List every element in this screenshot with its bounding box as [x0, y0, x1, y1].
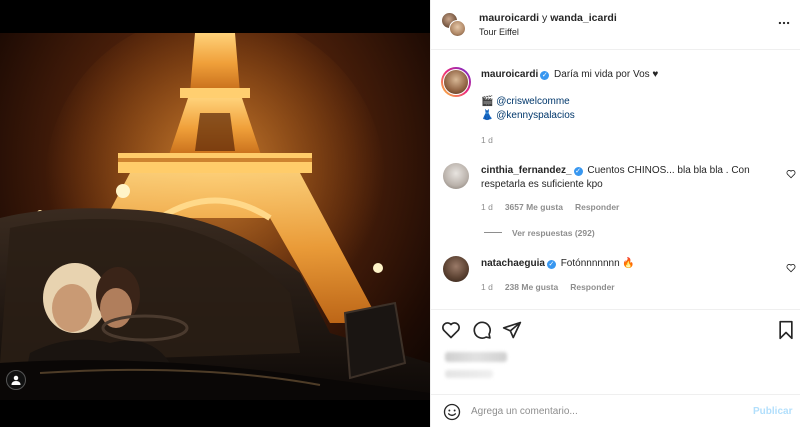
post-header: mauroicardi y wanda_icardi Tour Eiffel	[431, 0, 800, 50]
clapperboard-icon: 🎬	[481, 96, 494, 107]
more-options-button[interactable]	[777, 16, 791, 30]
comment-composer: Publicar	[431, 394, 800, 427]
comment-likes[interactable]: 3657 Me gusta	[505, 202, 563, 212]
share-paper-plane-icon[interactable]	[502, 320, 522, 340]
save-bookmark-icon[interactable]	[776, 320, 796, 340]
comment-text: cinthia_fernandez_ ✓ Cuentos CHINOS... bl…	[481, 164, 771, 192]
collab-avatar[interactable]	[441, 12, 467, 38]
post-details-panel: mauroicardi y wanda_icardi Tour Eiffel m…	[430, 0, 800, 427]
view-replies-button[interactable]: Ver respuestas (292)	[484, 228, 595, 238]
user-icon	[11, 375, 21, 385]
comment-meta: 1 d 3657 Me gusta Responder	[481, 202, 619, 212]
mention-kennyspalacios[interactable]: @kennyspalacios	[496, 110, 575, 121]
caption-avatar[interactable]	[441, 67, 471, 97]
like-comment-heart-icon[interactable]	[786, 263, 796, 273]
verified-icon: ✓	[540, 71, 550, 80]
caption-credit-2: 👗 @kennyspalacios	[481, 109, 575, 123]
verified-icon: ✓	[546, 260, 556, 269]
comment-avatar[interactable]	[443, 163, 469, 189]
likes-count-blurred[interactable]	[445, 352, 507, 362]
tagged-users-button[interactable]	[6, 370, 26, 390]
view-replies-label: Ver respuestas (292)	[512, 228, 595, 238]
mention-criswelcomme[interactable]: @criswelcomme	[496, 96, 570, 107]
caption-credit-1: 🎬 @criswelcomme	[481, 95, 570, 109]
caption-timestamp[interactable]: 1 d	[481, 135, 493, 145]
comment-timestamp[interactable]: 1 d	[481, 282, 493, 292]
add-comment-input[interactable]	[471, 401, 741, 421]
dress-icon: 👗	[481, 110, 494, 121]
author-link-1[interactable]: mauroicardi	[479, 12, 539, 24]
post-authors: mauroicardi y wanda_icardi	[479, 12, 617, 24]
comment-avatar[interactable]	[443, 256, 469, 282]
post-date-blurred	[445, 370, 493, 378]
comment-timestamp[interactable]: 1 d	[481, 202, 493, 212]
post-actions	[431, 309, 800, 394]
location-link[interactable]: Tour Eiffel	[479, 27, 519, 37]
comment-likes[interactable]: 238 Me gusta	[505, 282, 558, 292]
author-link-2[interactable]: wanda_icardi	[550, 12, 617, 24]
replies-divider	[484, 232, 502, 233]
comment-bubble-icon[interactable]	[472, 320, 492, 340]
like-heart-icon[interactable]	[441, 320, 461, 340]
emoji-smiley-icon[interactable]	[443, 403, 461, 421]
publish-button[interactable]: Publicar	[753, 406, 792, 417]
comment-meta: 1 d 238 Me gusta Responder	[481, 282, 615, 292]
reply-button[interactable]: Responder	[575, 202, 619, 212]
avatar-wanda-icardi	[449, 20, 466, 37]
reply-button[interactable]: Responder	[570, 282, 614, 292]
like-comment-heart-icon[interactable]	[786, 169, 796, 179]
post-photo-eiffel-tower-car[interactable]	[0, 33, 430, 400]
comment-body: Fotónnnnnnn 🔥	[560, 258, 635, 269]
comment-username[interactable]: cinthia_fernandez_	[481, 165, 572, 176]
caption-text: mauroicardi ✓ Daría mi vida por Vos ♥	[481, 68, 781, 82]
comments-section[interactable]: mauroicardi ✓ Daría mi vida por Vos ♥ 🎬 @…	[431, 51, 800, 309]
caption-username[interactable]: mauroicardi	[481, 69, 538, 80]
instagram-post-modal: mauroicardi y wanda_icardi Tour Eiffel m…	[0, 0, 800, 427]
photo-illustration	[0, 33, 430, 400]
verified-icon: ✓	[573, 167, 583, 176]
caption-body: Daría mi vida por Vos ♥	[554, 69, 659, 80]
comment-text: natachaeguia ✓ Fotónnnnnnn 🔥	[481, 257, 771, 271]
post-media	[0, 0, 430, 427]
more-horizontal-icon	[778, 21, 790, 25]
comment-username[interactable]: natachaeguia	[481, 258, 545, 269]
author-conjunction: y	[542, 12, 548, 24]
